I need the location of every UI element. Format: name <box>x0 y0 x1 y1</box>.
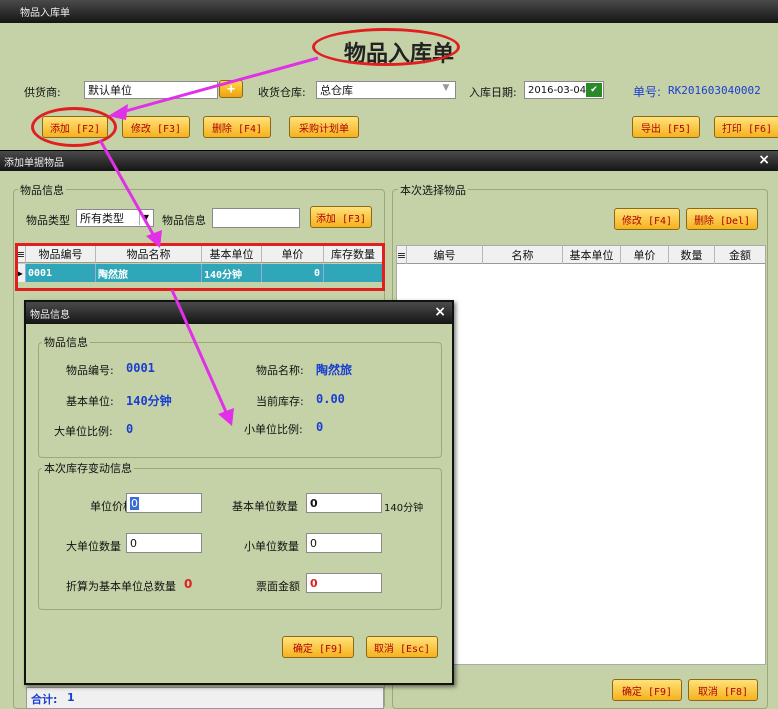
small-ratio-label: 小单位比例: <box>244 423 303 436</box>
chevron-down-icon[interactable]: ▼ <box>439 83 453 97</box>
export-button[interactable]: 导出 [F5] <box>632 116 700 138</box>
total-label: 合计: <box>31 693 58 706</box>
row-marker-header: ≡ <box>397 246 407 264</box>
base-qty-input[interactable]: 0 <box>306 493 382 513</box>
popup-title: 物品信息 <box>30 309 70 321</box>
print-button[interactable]: 打印 [F6] <box>714 116 778 138</box>
goods-info-input[interactable] <box>212 208 300 228</box>
goods-type-label: 物品类型 <box>26 214 70 227</box>
popup-titlebar: 物品信息 × <box>26 302 452 324</box>
warehouse-label: 收货仓库: <box>258 86 306 99</box>
goods-info-group-title: 物品信息 <box>18 182 66 198</box>
dialog-title: 添加单据物品 <box>4 157 64 169</box>
supplier-label: 供货商: <box>24 86 61 99</box>
edit-item-button[interactable]: 修改 [F3] <box>122 116 190 138</box>
small-qty-label: 小单位数量 <box>244 540 299 553</box>
table-row-highlight <box>15 243 385 291</box>
amount-input[interactable]: 0 <box>306 573 382 593</box>
popup-cancel-button[interactable]: 取消 [Esc] <box>366 636 438 658</box>
col-header-code[interactable]: 编号 <box>407 246 483 264</box>
stock-value: 0.00 <box>316 392 345 406</box>
selected-edit-button[interactable]: 修改 [F4] <box>614 208 680 230</box>
small-ratio-value: 0 <box>316 420 324 434</box>
total-value: 1 <box>67 691 75 704</box>
price-input[interactable]: 0 <box>126 493 202 513</box>
add-supplier-button[interactable]: + <box>219 80 243 98</box>
warehouse-select[interactable]: 总仓库 ▼ <box>316 81 456 99</box>
col-header-price[interactable]: 单价 <box>621 246 669 264</box>
code-value: 0001 <box>126 361 155 375</box>
calendar-dropdown-icon[interactable]: ✔ <box>586 83 602 97</box>
col-header-qty[interactable]: 数量 <box>669 246 715 264</box>
selected-goods-group-title: 本次选择物品 <box>398 182 468 198</box>
dialog-cancel-button[interactable]: 取消 [F8] <box>688 679 758 701</box>
dialog-titlebar: 添加单据物品 × <box>0 151 778 171</box>
supplier-select[interactable]: 默认单位 <box>84 81 218 99</box>
close-icon[interactable]: × <box>434 304 446 320</box>
date-label: 入库日期: <box>469 86 517 99</box>
chevron-down-icon[interactable]: ▼ <box>139 211 152 225</box>
total-base-value: 0 <box>184 577 193 591</box>
col-header-unit[interactable]: 基本单位 <box>563 246 621 264</box>
selected-delete-button[interactable]: 删除 [Del] <box>686 208 758 230</box>
name-label: 物品名称: <box>256 364 304 377</box>
purchase-plan-button[interactable]: 采购计划单 <box>289 116 359 138</box>
big-ratio-value: 0 <box>126 422 134 436</box>
total-bar: 合计: 1 <box>26 687 384 709</box>
unit-value: 140分钟 <box>126 394 172 408</box>
total-base-label: 折算为基本单位总数量 <box>66 580 176 593</box>
dialog-ok-button[interactable]: 确定 [F9] <box>612 679 682 701</box>
add-button-highlight <box>31 107 117 147</box>
name-value: 陶然旅 <box>316 363 353 377</box>
amount-label: 票面金额 <box>256 580 300 593</box>
big-qty-label: 大单位数量 <box>66 540 121 553</box>
selected-table-header: ≡ 编号 名称 基本单位 单价 数量 金额 <box>397 246 765 264</box>
stock-change-group-title: 本次库存变动信息 <box>42 460 134 476</box>
doc-no-label: 单号: <box>633 85 662 99</box>
main-window-title: 物品入库单 <box>20 8 70 19</box>
popup-ok-button[interactable]: 确定 [F9] <box>282 636 354 658</box>
date-picker[interactable]: 2016-03-04 ✔ <box>524 81 604 99</box>
main-window-titlebar: 物品入库单 <box>0 0 778 23</box>
base-qty-label: 基本单位数量 <box>232 500 298 513</box>
goods-type-select[interactable]: 所有类型 ▼ <box>76 209 154 227</box>
goods-info-popup: 物品信息 × 物品信息 物品编号: 0001 物品名称: 陶然旅 基本单位: 1… <box>24 300 454 685</box>
col-header-name[interactable]: 名称 <box>483 246 563 264</box>
delete-item-button[interactable]: 删除 [F4] <box>203 116 271 138</box>
stock-label: 当前库存: <box>256 395 304 408</box>
goods-info-label: 物品信息 <box>162 214 206 227</box>
form-title-highlight <box>312 28 460 66</box>
big-qty-input[interactable]: 0 <box>126 533 202 553</box>
code-label: 物品编号: <box>66 364 114 377</box>
small-qty-input[interactable]: 0 <box>306 533 382 553</box>
unit-label: 基本单位: <box>66 395 114 408</box>
doc-no-value: RK201603040002 <box>668 84 761 97</box>
popup-info-group-title: 物品信息 <box>42 334 90 350</box>
col-header-amount[interactable]: 金额 <box>715 246 765 264</box>
dialog-add-button[interactable]: 添加 [F3] <box>310 206 372 228</box>
base-unit-suffix: 140分钟 <box>384 503 424 514</box>
close-icon[interactable]: × <box>758 152 770 168</box>
big-ratio-label: 大单位比例: <box>54 425 113 438</box>
